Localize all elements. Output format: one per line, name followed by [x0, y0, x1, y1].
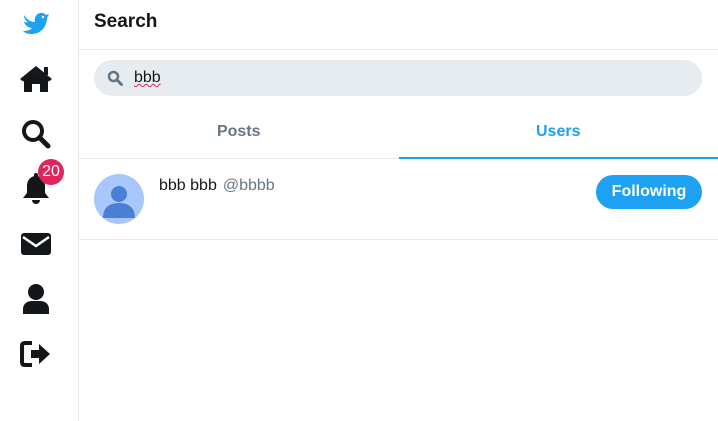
tab-posts[interactable]: Posts: [79, 108, 399, 158]
envelope-icon[interactable]: [18, 226, 54, 262]
sign-out-icon[interactable]: [18, 336, 54, 372]
search-input[interactable]: [134, 60, 684, 96]
tab-users[interactable]: Users: [398, 108, 718, 159]
bird-logo-icon[interactable]: [18, 6, 54, 42]
search-tabs: Posts Users: [79, 108, 718, 159]
app-window: 20 Search bbb Posts Users bbb bbb @bbbb …: [0, 0, 718, 421]
user-result-row[interactable]: bbb bbb @bbbb Following: [79, 159, 718, 240]
home-icon[interactable]: [18, 61, 54, 97]
sidebar-nav: 20: [0, 0, 79, 421]
avatar[interactable]: [94, 174, 144, 224]
user-info: bbb bbb @bbbb: [159, 177, 275, 195]
following-button[interactable]: Following: [596, 175, 702, 209]
bell-icon[interactable]: 20: [18, 159, 64, 207]
user-display-name[interactable]: bbb bbb: [159, 177, 217, 194]
main-panel: Search Posts Users bbb bb: [79, 0, 718, 421]
page-title: Search: [94, 11, 158, 32]
search-icon[interactable]: [18, 116, 54, 152]
search-field-icon: [107, 70, 123, 86]
user-icon[interactable]: [18, 281, 54, 317]
notification-badge: 20: [38, 159, 64, 185]
page-header: Search: [79, 0, 718, 50]
search-box[interactable]: [94, 60, 702, 96]
user-handle: @bbbb: [222, 177, 275, 194]
